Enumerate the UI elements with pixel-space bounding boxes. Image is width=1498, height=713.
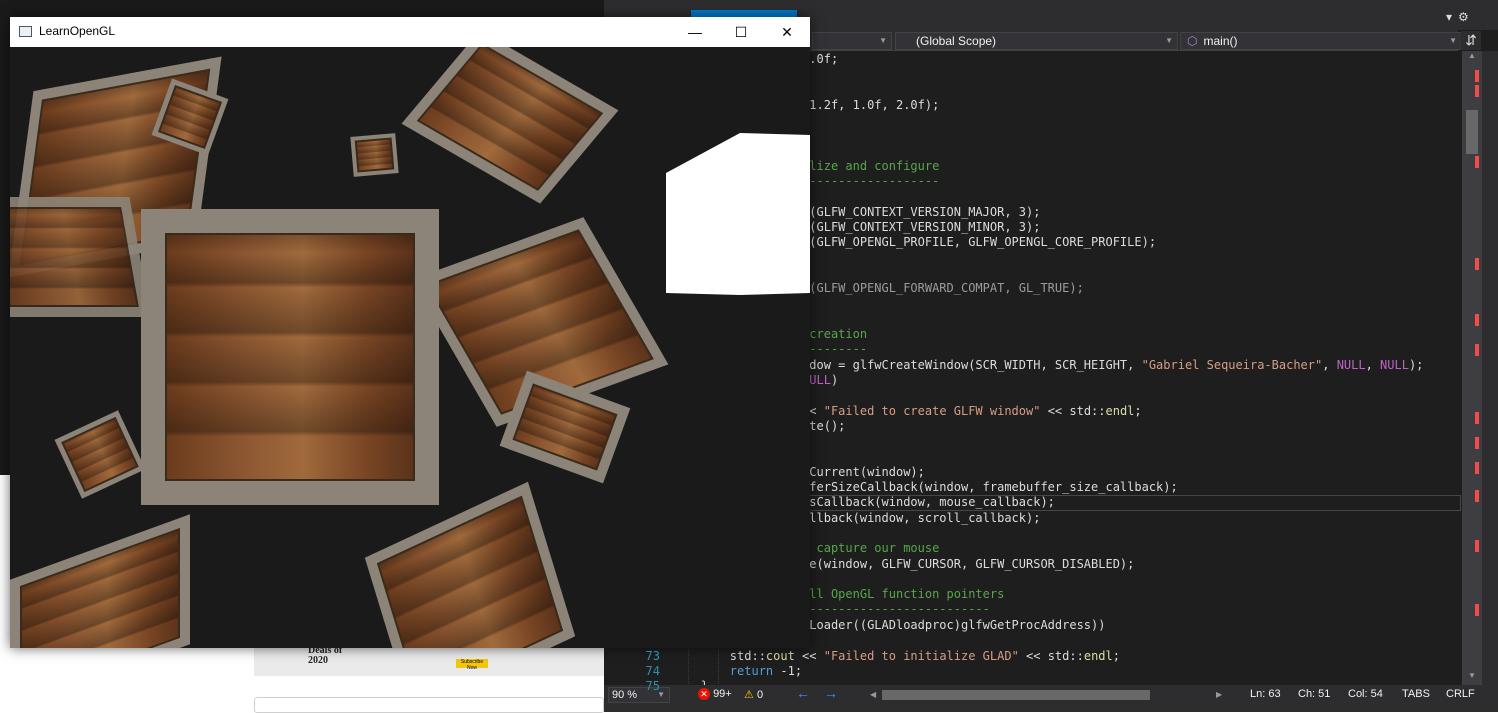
line-indicator: Ln: 63 xyxy=(1250,688,1281,700)
editor-bottom-edge xyxy=(604,705,1498,712)
crate-cube-front xyxy=(141,209,439,505)
scroll-down-arrow-icon[interactable]: ▼ xyxy=(1462,671,1482,685)
error-marker[interactable] xyxy=(1475,85,1479,97)
error-marker[interactable] xyxy=(1475,437,1479,449)
scroll-left-arrow-icon[interactable]: ◀ xyxy=(870,690,876,699)
error-marker[interactable] xyxy=(1475,344,1479,356)
maximize-button[interactable]: ☐ xyxy=(718,17,764,47)
crate-cube xyxy=(10,514,190,648)
navigate-back-icon[interactable]: ← xyxy=(796,685,810,701)
error-marker[interactable] xyxy=(1475,462,1479,474)
column-indicator: Col: 54 xyxy=(1348,688,1383,700)
close-button[interactable]: ✕ xyxy=(764,17,810,47)
code-line[interactable]: std::cout << "Failed to initialize GLAD"… xyxy=(672,649,1120,663)
error-marker[interactable] xyxy=(1475,156,1479,168)
error-marker[interactable] xyxy=(1475,540,1479,552)
window-title: LearnOpenGL xyxy=(39,24,116,38)
minimize-button[interactable]: — xyxy=(672,17,718,47)
line-ending[interactable]: CRLF xyxy=(1446,688,1475,700)
side-panel xyxy=(1482,51,1498,685)
app-icon xyxy=(19,26,32,37)
split-editor-button[interactable]: ⇵ xyxy=(1461,31,1481,50)
line-number: 74 xyxy=(645,664,660,678)
char-indicator: Ch: 51 xyxy=(1298,688,1331,700)
crate-cube xyxy=(54,410,146,499)
warning-count[interactable]: ⚠ 0 xyxy=(744,688,763,701)
light-cube xyxy=(666,133,810,295)
indent-mode[interactable]: TABS xyxy=(1402,688,1430,700)
code-line[interactable]: return -1; xyxy=(672,664,802,678)
error-count-label: 99+ xyxy=(713,688,732,700)
background-thumbnail-strip xyxy=(254,646,604,676)
function-dropdown[interactable]: ⬡ main() ▼ xyxy=(1180,32,1462,50)
line-number: 73 xyxy=(645,649,660,663)
function-label: main() xyxy=(1203,34,1238,48)
chevron-down-icon: ▼ xyxy=(1165,36,1173,45)
error-marker[interactable] xyxy=(1475,604,1479,616)
navigate-forward-icon[interactable]: → xyxy=(824,685,838,701)
error-marker[interactable] xyxy=(1475,70,1479,82)
gear-icon[interactable]: ⚙ xyxy=(1458,10,1475,24)
crate-cube xyxy=(364,481,576,648)
error-marker[interactable] xyxy=(1475,258,1479,270)
scope-label: (Global Scope) xyxy=(916,34,997,48)
background-input[interactable] xyxy=(254,697,604,713)
warning-icon: ⚠ xyxy=(744,689,754,701)
crate-cube xyxy=(10,197,151,317)
project-dropdown[interactable]: ▼ xyxy=(812,32,892,50)
error-icon: ✕ xyxy=(698,688,710,700)
horizontal-scrollbar-thumb[interactable] xyxy=(882,690,1150,700)
line-number: 75 xyxy=(645,679,660,693)
error-marker[interactable] xyxy=(1475,412,1479,424)
opengl-viewport[interactable] xyxy=(10,47,810,648)
deals-title: Deals of 2020 xyxy=(308,645,343,666)
error-marker[interactable] xyxy=(1475,314,1479,326)
tab-bar-icons[interactable]: ▾⚙ xyxy=(1446,10,1475,24)
function-icon: ⬡ xyxy=(1187,34,1198,48)
crate-cube xyxy=(350,133,399,177)
error-marker[interactable] xyxy=(1475,490,1479,502)
warning-count-label: 0 xyxy=(756,689,764,701)
crate-cube xyxy=(401,47,619,204)
subscribe-button[interactable]: Subscribe Now xyxy=(456,659,488,671)
vertical-scrollbar-thumb[interactable] xyxy=(1466,110,1478,154)
error-count[interactable]: ✕ 99+ xyxy=(698,688,732,700)
scroll-up-arrow-icon[interactable]: ▲ xyxy=(1462,51,1482,65)
chevron-down-icon: ▼ xyxy=(1449,36,1457,45)
scope-dropdown[interactable]: (Global Scope) ▼ xyxy=(895,32,1178,50)
chevron-down-icon[interactable]: ▾ xyxy=(1446,10,1458,24)
chevron-down-icon: ▼ xyxy=(879,36,887,45)
scroll-right-arrow-icon[interactable]: ▶ xyxy=(1216,690,1222,699)
